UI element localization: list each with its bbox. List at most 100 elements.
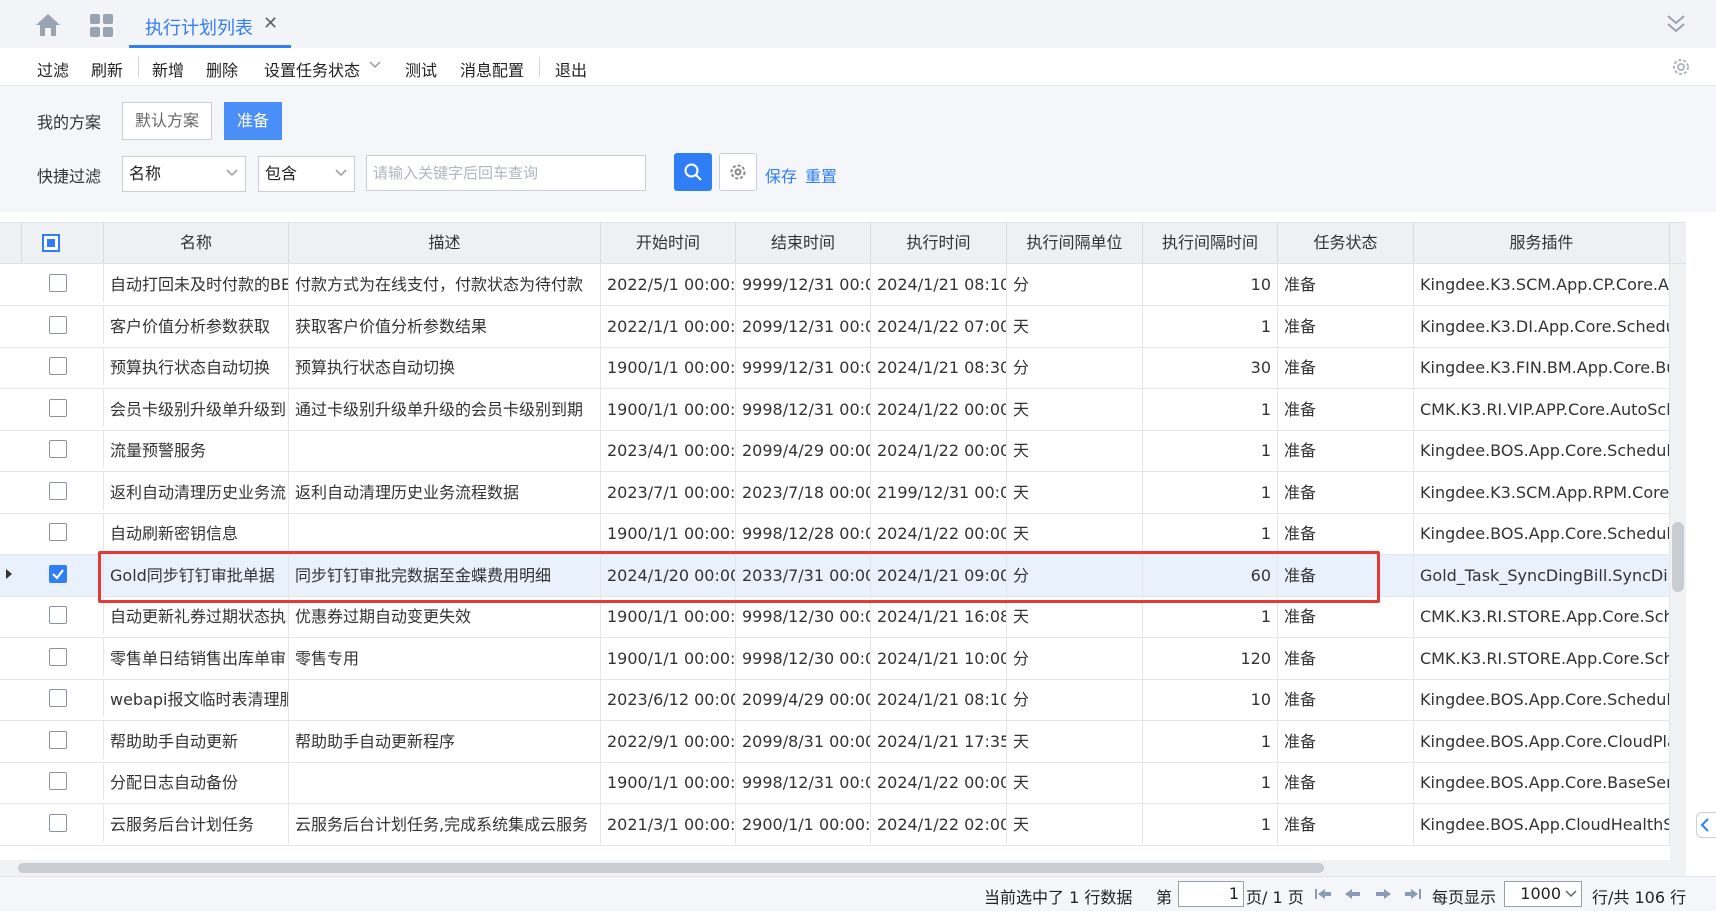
collapse-chevrons-icon[interactable] bbox=[1664, 12, 1688, 36]
cell-task-status[interactable]: 准备 bbox=[1278, 555, 1414, 597]
cell-interval-time[interactable]: 10 bbox=[1143, 679, 1278, 721]
cell-service-plugin[interactable]: Kingdee.K3.FIN.BM.App.Core.Bu bbox=[1414, 347, 1670, 389]
prev-page-icon[interactable] bbox=[1343, 886, 1363, 902]
cell-name[interactable]: 云服务后台计划任务 bbox=[104, 804, 289, 846]
cell-start-time[interactable]: 1900/1/1 00:00:0 bbox=[601, 513, 736, 555]
cell-service-plugin[interactable]: Kingdee.BOS.App.Core.Schedule bbox=[1414, 513, 1670, 555]
apps-grid-icon[interactable] bbox=[90, 14, 114, 38]
cell-exec-time[interactable]: 2024/1/22 00:00 bbox=[871, 513, 1007, 555]
cell-task-status[interactable]: 准备 bbox=[1278, 596, 1414, 638]
table-row[interactable]: 返利自动清理历史业务流 返利自动清理历史业务流程数据 2023/7/1 00:00:… bbox=[0, 472, 1686, 514]
header-interval-time[interactable]: 执行间隔时间 bbox=[1143, 223, 1278, 263]
header-interval-unit[interactable]: 执行间隔单位 bbox=[1007, 223, 1143, 263]
cell-start-time[interactable]: 1900/1/1 00:00:0 bbox=[601, 347, 736, 389]
cell-exec-time[interactable]: 2024/1/21 08:30 bbox=[871, 347, 1007, 389]
filter-button[interactable]: 过滤 bbox=[37, 57, 69, 81]
cell-task-status[interactable]: 准备 bbox=[1278, 430, 1414, 472]
test-button[interactable]: 测试 bbox=[405, 57, 437, 81]
tab-execution-plan-list[interactable]: 执行计划列表 ✕ bbox=[129, 0, 291, 48]
gear-icon[interactable] bbox=[1670, 56, 1692, 78]
cell-exec-time[interactable]: 2024/1/21 16:08 bbox=[871, 596, 1007, 638]
cell-interval-time[interactable]: 1 bbox=[1143, 389, 1278, 431]
header-service-plugin[interactable]: 服务插件 bbox=[1414, 223, 1670, 263]
cell-end-time[interactable]: 9998/12/31 00:0 bbox=[736, 389, 871, 431]
scrollbar-thumb[interactable] bbox=[1672, 522, 1684, 592]
last-page-icon[interactable] bbox=[1403, 886, 1423, 902]
cell-exec-time[interactable]: 2024/1/21 17:35 bbox=[871, 721, 1007, 763]
cell-description[interactable]: 优惠券过期自动变更失效 bbox=[289, 596, 601, 638]
cell-interval-time[interactable]: 1 bbox=[1143, 513, 1278, 555]
table-row[interactable]: 自动刷新密钥信息 1900/1/1 00:00:0 9998/12/28 00:0 2… bbox=[0, 513, 1686, 555]
search-button[interactable] bbox=[674, 153, 712, 191]
message-config-button[interactable]: 消息配置 bbox=[460, 57, 524, 81]
cell-end-time[interactable]: 2099/8/31 00:00 bbox=[736, 721, 871, 763]
cell-interval-unit[interactable]: 分 bbox=[1007, 264, 1143, 306]
cell-interval-time[interactable]: 1 bbox=[1143, 472, 1278, 514]
home-icon[interactable] bbox=[34, 12, 62, 38]
cell-description[interactable]: 获取客户价值分析参数结果 bbox=[289, 306, 601, 348]
cell-end-time[interactable]: 9999/12/31 00:0 bbox=[736, 347, 871, 389]
cell-service-plugin[interactable]: Kingdee.K3.DI.App.Core.Schedul bbox=[1414, 306, 1670, 348]
cell-service-plugin[interactable]: CMK.K3.RI.VIP.APP.Core.AutoSch bbox=[1414, 389, 1670, 431]
cell-description[interactable]: 付款方式为在线支付，付款状态为待付款 bbox=[289, 264, 601, 306]
cell-exec-time[interactable]: 2199/12/31 00:0 bbox=[871, 472, 1007, 514]
header-select-all[interactable] bbox=[22, 223, 104, 263]
table-row[interactable]: 云服务后台计划任务 云服务后台计划任务,完成系统集成云服务 2021/3/1 00:… bbox=[0, 804, 1686, 846]
cell-interval-unit[interactable]: 天 bbox=[1007, 513, 1143, 555]
horizontal-scrollbar[interactable] bbox=[0, 860, 1686, 876]
cell-end-time[interactable]: 9998/12/31 00:0 bbox=[736, 762, 871, 804]
cell-end-time[interactable]: 2099/4/29 00:00 bbox=[736, 679, 871, 721]
table-row[interactable]: 分配日志自动备份 1900/1/1 00:00:0 9998/12/31 00:0 2… bbox=[0, 762, 1686, 804]
table-row[interactable]: webapi报文临时表清理服 2023/6/12 00:00 2099/4/29 0… bbox=[0, 679, 1686, 721]
cell-task-status[interactable]: 准备 bbox=[1278, 804, 1414, 846]
exit-button[interactable]: 退出 bbox=[555, 57, 587, 81]
field-select[interactable]: 名称 bbox=[122, 156, 246, 192]
cell-exec-time[interactable]: 2024/1/22 00:00 bbox=[871, 762, 1007, 804]
cell-interval-time[interactable]: 10 bbox=[1143, 264, 1278, 306]
cell-start-time[interactable]: 2023/7/1 00:00:0 bbox=[601, 472, 736, 514]
cell-task-status[interactable]: 准备 bbox=[1278, 762, 1414, 804]
cell-end-time[interactable]: 9998/12/30 00:0 bbox=[736, 596, 871, 638]
cell-start-time[interactable]: 1900/1/1 00:00:0 bbox=[601, 762, 736, 804]
page-number-input[interactable]: 1 bbox=[1178, 881, 1244, 907]
table-row[interactable]: 零售单日结销售出库单审 零售专用 1900/1/1 00:00:0 9998/12/3… bbox=[0, 638, 1686, 680]
cell-end-time[interactable]: 9998/12/30 00:0 bbox=[736, 638, 871, 680]
cell-end-time[interactable]: 2099/4/29 00:00 bbox=[736, 430, 871, 472]
vertical-scrollbar[interactable] bbox=[1670, 264, 1686, 860]
cell-service-plugin[interactable]: Kingdee.BOS.App.Core.CloudPla bbox=[1414, 721, 1670, 763]
set-task-status-button[interactable]: 设置任务状态 bbox=[264, 57, 360, 81]
cell-service-plugin[interactable]: Kingdee.BOS.App.Core.BaseServ bbox=[1414, 762, 1670, 804]
scheme-ready-button[interactable]: 准备 bbox=[224, 102, 282, 140]
cell-interval-time[interactable]: 1 bbox=[1143, 721, 1278, 763]
refresh-button[interactable]: 刷新 bbox=[91, 57, 123, 81]
cell-task-status[interactable]: 准备 bbox=[1278, 389, 1414, 431]
cell-start-time[interactable]: 2022/9/1 00:00:0 bbox=[601, 721, 736, 763]
cell-interval-unit[interactable]: 分 bbox=[1007, 555, 1143, 597]
cell-service-plugin[interactable]: Kingdee.BOS.App.CloudHealthS bbox=[1414, 804, 1670, 846]
cell-interval-time[interactable]: 1 bbox=[1143, 596, 1278, 638]
table-row[interactable]: 帮助助手自动更新 帮助助手自动更新程序 2022/9/1 00:00:0 2099/8… bbox=[0, 721, 1686, 763]
cell-interval-unit[interactable]: 分 bbox=[1007, 638, 1143, 680]
cell-name[interactable]: 分配日志自动备份 bbox=[104, 762, 289, 804]
cell-description[interactable] bbox=[289, 430, 601, 472]
scheme-default-button[interactable]: 默认方案 bbox=[122, 102, 212, 140]
table-row[interactable]: 会员卡级别升级单升级到 通过卡级别升级单升级的会员卡级别到期 1900/1/1 00… bbox=[0, 389, 1686, 431]
cell-name[interactable]: 流量预警服务 bbox=[104, 430, 289, 472]
cell-interval-time[interactable]: 1 bbox=[1143, 306, 1278, 348]
table-row[interactable]: 自动更新礼券过期状态执 优惠券过期自动变更失效 1900/1/1 00:00:0 99… bbox=[0, 596, 1686, 638]
table-row[interactable]: 预算执行状态自动切换 预算执行状态自动切换 1900/1/1 00:00:0 9999… bbox=[0, 347, 1686, 389]
table-row[interactable]: 自动打回未及时付款的BE 付款方式为在线支付，付款状态为待付款 2022/5/1 0… bbox=[0, 264, 1686, 306]
cell-start-time[interactable]: 2022/1/1 00:00:0 bbox=[601, 306, 736, 348]
cell-description[interactable]: 返利自动清理历史业务流程数据 bbox=[289, 472, 601, 514]
close-icon[interactable]: ✕ bbox=[263, 13, 278, 34]
cell-interval-unit[interactable]: 分 bbox=[1007, 679, 1143, 721]
cell-interval-time[interactable]: 1 bbox=[1143, 430, 1278, 472]
cell-service-plugin[interactable]: Kingdee.BOS.App.Core.Schedule bbox=[1414, 679, 1670, 721]
cell-interval-unit[interactable]: 天 bbox=[1007, 389, 1143, 431]
side-panel-toggle[interactable] bbox=[1696, 812, 1716, 838]
cell-name[interactable]: 预算执行状态自动切换 bbox=[104, 347, 289, 389]
cell-end-time[interactable]: 2033/7/31 00:00 bbox=[736, 555, 871, 597]
cell-exec-time[interactable]: 2024/1/22 00:00 bbox=[871, 389, 1007, 431]
cell-interval-unit[interactable]: 天 bbox=[1007, 721, 1143, 763]
page-size-select[interactable]: 1000 bbox=[1504, 881, 1582, 907]
